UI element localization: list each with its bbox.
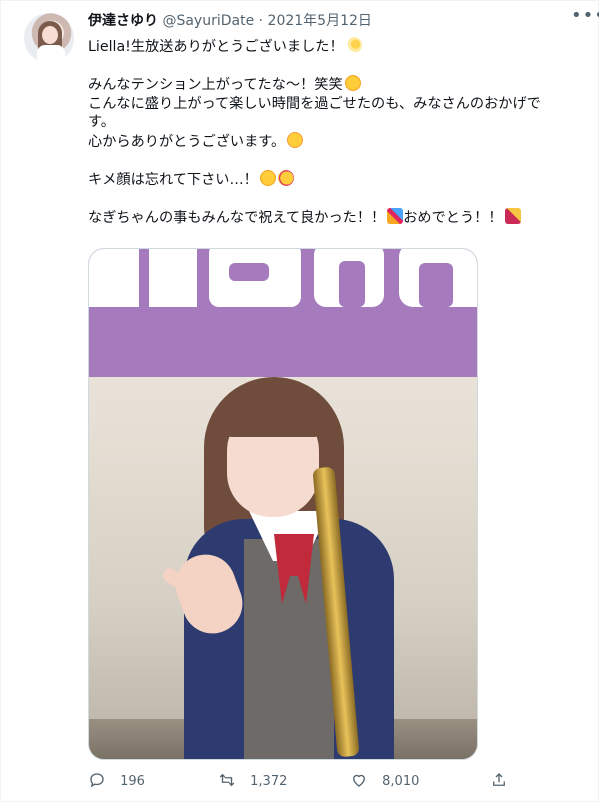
avatar[interactable] [24,13,74,63]
party-popper-emoji-icon [387,208,404,225]
retweet-count: 1,372 [250,774,288,789]
retweet-button[interactable]: 1,372 [218,771,287,791]
tweet-card[interactable]: 伊達さゆり @SayuriDate · 2021年5月12日 ••• Liell… [0,0,599,802]
handle[interactable]: @SayuriDate [162,13,254,29]
avatar-face [42,26,58,44]
heart-icon [353,774,365,787]
kissing-face-emoji-icon [277,170,294,187]
tweet-line: Liella!生放送ありがとうございました！ [88,37,578,57]
tweet-line: 心からありがとうございます。 [88,131,578,152]
tweet-text: Liella!生放送ありがとうございました！ みんなテンション上がってたな〜！笑… [88,37,578,228]
retweet-icon [219,773,235,787]
banner-letters [89,249,477,307]
tweet-photo[interactable] [88,248,478,760]
tweet-line: こんなに盛り上がって楽しい時間を過ごせたのも、みなさんのおかげで [88,95,541,112]
lipstick-emoji-icon [504,208,521,225]
display-name[interactable]: 伊達さゆり [88,13,158,29]
rolling-laugh-emoji-icon [344,75,361,92]
like-count: 8,010 [382,774,420,789]
tweet-line: キメ顔は忘れて下さい…！ [88,170,578,190]
like-button[interactable]: 8,010 [350,771,419,791]
tweet-line: みんなテンション上がってたな〜！笑笑 [88,75,578,95]
more-horizontal-icon[interactable]: ••• [571,7,599,29]
reply-icon [90,773,104,788]
tweet-line: す。 [88,114,115,131]
reply-button[interactable]: 196 [88,771,145,791]
share-button[interactable] [490,771,508,791]
smiling-face-emoji-icon [287,131,304,148]
tweet-header: 伊達さゆり @SayuriDate · 2021年5月12日 [88,11,372,31]
separator: · [258,13,264,29]
timestamp[interactable]: 2021年5月12日 [268,13,372,29]
reply-count: 196 [120,774,145,789]
person-bangs [219,389,327,437]
rolling-laugh-emoji-icon [259,170,276,187]
dizzy-star-emoji-icon [345,37,362,53]
avatar-body [37,45,65,63]
tweet-actions: 196 1,372 8,010 [88,771,528,793]
share-icon [493,773,505,786]
tweet-line: なぎちゃんの事もみんなで祝えて良かった！！ おめでとう！！ [88,208,578,228]
